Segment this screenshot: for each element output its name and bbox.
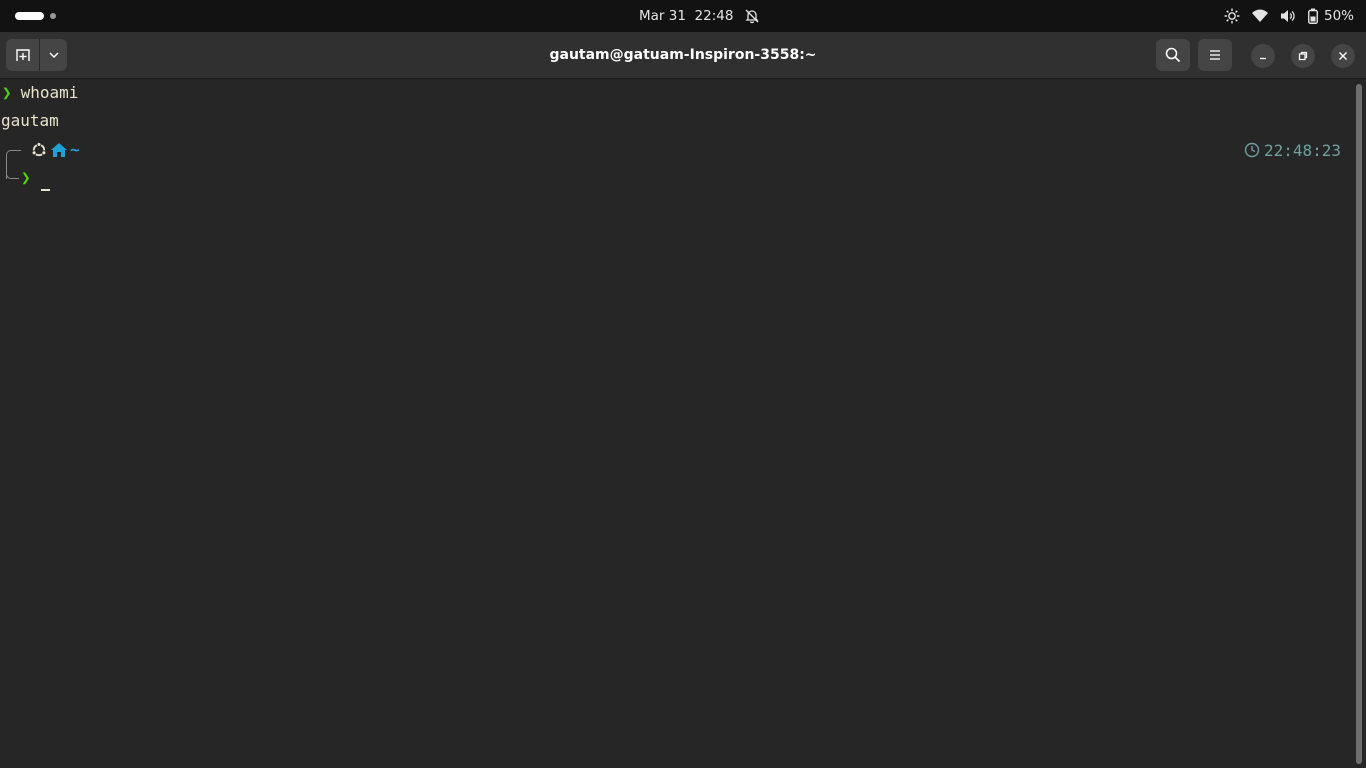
- restore-button[interactable]: [1291, 44, 1315, 68]
- system-top-bar: Mar 31 22:48 50%: [0, 0, 1366, 32]
- tab-button-group: [6, 39, 67, 71]
- date-time[interactable]: Mar 31 22:48: [639, 7, 733, 25]
- volume-icon: [1280, 8, 1296, 24]
- battery-icon: [1308, 8, 1318, 24]
- prompt-chevron: ❯: [2, 83, 12, 102]
- brightness-icon: [1224, 8, 1240, 24]
- workspace-indicator-active[interactable]: [15, 12, 44, 20]
- command-line: ❯ whoami: [0, 79, 78, 107]
- home-icon: [50, 142, 68, 162]
- command-text: whoami: [20, 83, 79, 102]
- restore-icon: [1298, 51, 1308, 61]
- time-label: 22:48: [694, 8, 734, 24]
- wifi-icon: [1251, 9, 1268, 23]
- timestamp: 22:48:23: [1263, 140, 1341, 160]
- bell-off-icon: [744, 8, 760, 28]
- prompt-bracket-bottom: [6, 169, 19, 179]
- hamburger-menu-icon: [1210, 50, 1220, 60]
- system-tray[interactable]: 50%: [1212, 0, 1354, 32]
- tab-dropdown-button[interactable]: [40, 39, 67, 71]
- clock-icon: [1244, 142, 1260, 158]
- text-cursor: [41, 189, 50, 191]
- battery-percentage: 50%: [1323, 8, 1354, 24]
- input-prompt-chevron: ❯: [21, 168, 31, 187]
- new-tab-icon: [16, 49, 30, 61]
- current-path: ~: [70, 140, 80, 159]
- search-icon: [1165, 47, 1181, 63]
- scrollbar[interactable]: [1356, 84, 1362, 764]
- minimize-button[interactable]: [1251, 44, 1275, 68]
- close-icon: [1339, 52, 1347, 60]
- chevron-down-icon: [49, 52, 59, 59]
- command-output: gautam: [0, 107, 59, 135]
- minimize-icon: [1260, 57, 1266, 60]
- output-text: gautam: [1, 111, 59, 130]
- terminal-header-bar: gautam@gatuam-Inspiron-3558:~: [0, 32, 1366, 79]
- date-label: Mar 31: [639, 8, 686, 24]
- workspace-indicator[interactable]: [50, 13, 56, 19]
- prompt-time: 22:48:23: [1244, 136, 1341, 164]
- search-button[interactable]: [1156, 39, 1190, 71]
- terminal-view[interactable]: ❯ whoami gautam ~ ❯ 22:48:23: [0, 79, 1366, 768]
- close-button[interactable]: [1331, 44, 1355, 68]
- new-tab-button[interactable]: [6, 39, 41, 71]
- ubuntu-logo-icon: [31, 141, 47, 162]
- main-menu-button[interactable]: [1198, 39, 1232, 71]
